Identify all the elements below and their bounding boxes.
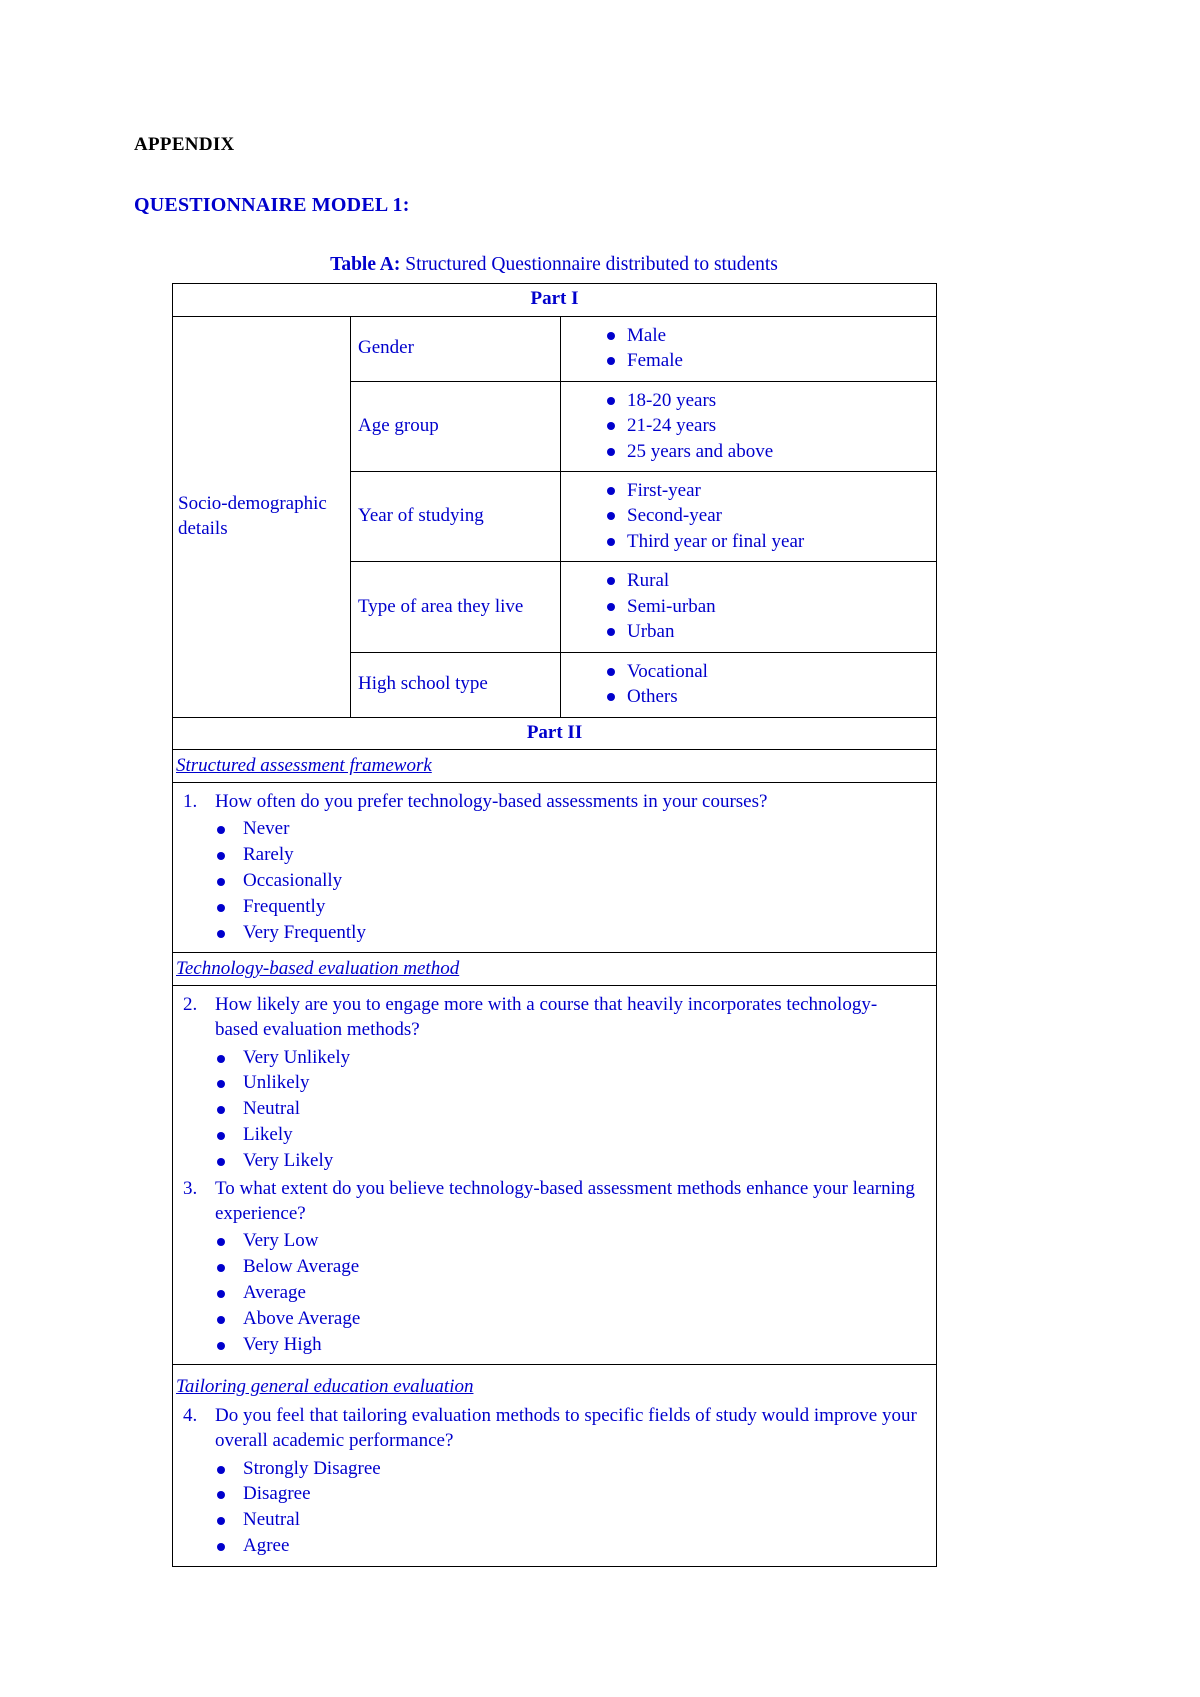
- section-header-label: Tailoring general education evaluation: [176, 1376, 474, 1398]
- list-item: Strongly Disagree: [173, 1456, 936, 1482]
- list-item: Above Average: [173, 1306, 936, 1332]
- table-row-section-header: Technology-based evaluation method: [171, 952, 938, 987]
- question-text-row: 1. How often do you prefer technology-ba…: [173, 789, 936, 814]
- option-list: Male Female: [561, 323, 936, 374]
- list-item: Semi-urban: [561, 594, 936, 619]
- options-high-school-type: Vocational Others: [559, 651, 938, 718]
- table-caption-text: Structured Questionnaire distributed to …: [400, 254, 778, 275]
- list-item: Occasionally: [173, 868, 936, 894]
- question-text: How often do you prefer technology-based…: [215, 790, 768, 812]
- table-caption: Table A: Structured Questionnaire distri…: [172, 254, 936, 276]
- question-block-1: 1. How often do you prefer technology-ba…: [171, 781, 938, 954]
- list-item: Disagree: [173, 1481, 936, 1507]
- question-2: 2. How likely are you to engage more wit…: [173, 992, 936, 1174]
- list-item: Very Low: [173, 1228, 936, 1254]
- list-item: Third year or final year: [561, 529, 936, 554]
- field-label-gender: Gender: [350, 315, 561, 382]
- list-item: Very Unlikely: [173, 1045, 936, 1071]
- list-item: Likely: [173, 1122, 936, 1148]
- table-row-questions: 1. How often do you prefer technology-ba…: [171, 781, 938, 954]
- list-item: Very High: [173, 1332, 936, 1358]
- question-text: Do you feel that tailoring evaluation me…: [215, 1405, 917, 1452]
- options-year-of-studying: First-year Second-year Third year or fin…: [559, 470, 938, 563]
- list-item: Urban: [561, 619, 936, 644]
- question-number: 2.: [183, 994, 198, 1016]
- list-item: Rural: [561, 568, 936, 593]
- table-row: Socio-demographic details Gender Male Fe…: [172, 315, 938, 718]
- list-item: Average: [173, 1280, 936, 1306]
- question-1: 1. How often do you prefer technology-ba…: [173, 789, 936, 945]
- options-gender: Male Female: [559, 315, 938, 382]
- appendix-heading: APPENDIX: [134, 134, 235, 155]
- part1-header: Part I: [171, 283, 938, 317]
- list-item: Rarely: [173, 842, 936, 868]
- option-list: Never Rarely Occasionally Frequently Ver…: [173, 816, 936, 945]
- list-item: Neutral: [173, 1096, 936, 1122]
- option-list: Very Low Below Average Average Above Ave…: [173, 1228, 936, 1357]
- list-item: Others: [561, 684, 936, 709]
- options-age-group: 18-20 years 21-24 years 25 years and abo…: [559, 380, 938, 472]
- list-item: Unlikely: [173, 1070, 936, 1096]
- list-item: Female: [561, 348, 936, 373]
- questionnaire-table: Part I Socio-demographic details Gender …: [171, 283, 938, 1567]
- section-header-label: Technology-based evaluation method: [176, 958, 460, 980]
- socio-demographic-group-label: Socio-demographic details: [172, 315, 351, 718]
- table-row-section-header: Structured assessment framework: [171, 749, 938, 783]
- question-text-row: 4. Do you feel that tailoring evaluation…: [173, 1403, 936, 1454]
- field-label-high-school-type: High school type: [350, 651, 561, 718]
- document-page: APPENDIX QUESTIONNAIRE MODEL 1: Table A:…: [0, 0, 1200, 1697]
- table-row-questions: Tailoring general education evaluation 4…: [171, 1364, 938, 1567]
- list-item: Male: [561, 323, 936, 348]
- list-item: 18-20 years: [561, 388, 936, 413]
- option-list: Vocational Others: [561, 659, 936, 710]
- questionnaire-model-heading: QUESTIONNAIRE MODEL 1:: [134, 194, 410, 216]
- table-row-part1-header: Part I: [171, 283, 938, 317]
- list-item: First-year: [561, 478, 936, 503]
- question-number: 1.: [183, 790, 198, 812]
- table-row-questions: 2. How likely are you to engage more wit…: [171, 985, 938, 1366]
- list-item: Frequently: [173, 894, 936, 920]
- option-list: Rural Semi-urban Urban: [561, 568, 936, 644]
- field-label-year-of-studying: Year of studying: [350, 470, 561, 563]
- section-header-label: Structured assessment framework: [176, 755, 432, 777]
- question-number: 4.: [183, 1405, 198, 1427]
- question-text: How likely are you to engage more with a…: [215, 994, 878, 1041]
- question-3: 3. To what extent do you believe technol…: [173, 1176, 936, 1358]
- question-text-row: 3. To what extent do you believe technol…: [173, 1176, 936, 1227]
- list-item: Agree: [173, 1533, 936, 1559]
- question-text-row: 2. How likely are you to engage more wit…: [173, 992, 936, 1043]
- list-item: Never: [173, 816, 936, 842]
- question-number: 3.: [183, 1177, 198, 1199]
- field-label-type-of-area: Type of area they live: [350, 561, 561, 653]
- table-row-part2-header: Part II: [171, 716, 938, 751]
- question-4: 4. Do you feel that tailoring evaluation…: [173, 1403, 936, 1559]
- list-item: Very Likely: [173, 1148, 936, 1174]
- section-header-technology-based-evaluation: Technology-based evaluation method: [171, 952, 938, 987]
- list-item: 25 years and above: [561, 439, 936, 464]
- option-list: Very Unlikely Unlikely Neutral Likely Ve…: [173, 1045, 936, 1174]
- section-header-structured-assessment: Structured assessment framework: [171, 749, 938, 783]
- list-item: Below Average: [173, 1254, 936, 1280]
- part2-header: Part II: [171, 716, 938, 751]
- options-type-of-area: Rural Semi-urban Urban: [559, 561, 938, 653]
- option-list: Strongly Disagree Disagree Neutral Agree: [173, 1456, 936, 1559]
- question-text: To what extent do you believe technology…: [215, 1177, 915, 1224]
- option-list: 18-20 years 21-24 years 25 years and abo…: [561, 388, 936, 464]
- list-item: Second-year: [561, 503, 936, 528]
- field-label-age-group: Age group: [350, 380, 561, 472]
- question-block-2-3: 2. How likely are you to engage more wit…: [171, 985, 938, 1366]
- option-list: First-year Second-year Third year or fin…: [561, 478, 936, 554]
- list-item: Neutral: [173, 1507, 936, 1533]
- question-block-4: Tailoring general education evaluation 4…: [171, 1364, 938, 1567]
- list-item: Very Frequently: [173, 920, 936, 946]
- section-header-tailoring-general-education: Tailoring general education evaluation: [173, 1371, 936, 1403]
- list-item: 21-24 years: [561, 413, 936, 438]
- list-item: Vocational: [561, 659, 936, 684]
- table-caption-label: Table A:: [330, 254, 401, 275]
